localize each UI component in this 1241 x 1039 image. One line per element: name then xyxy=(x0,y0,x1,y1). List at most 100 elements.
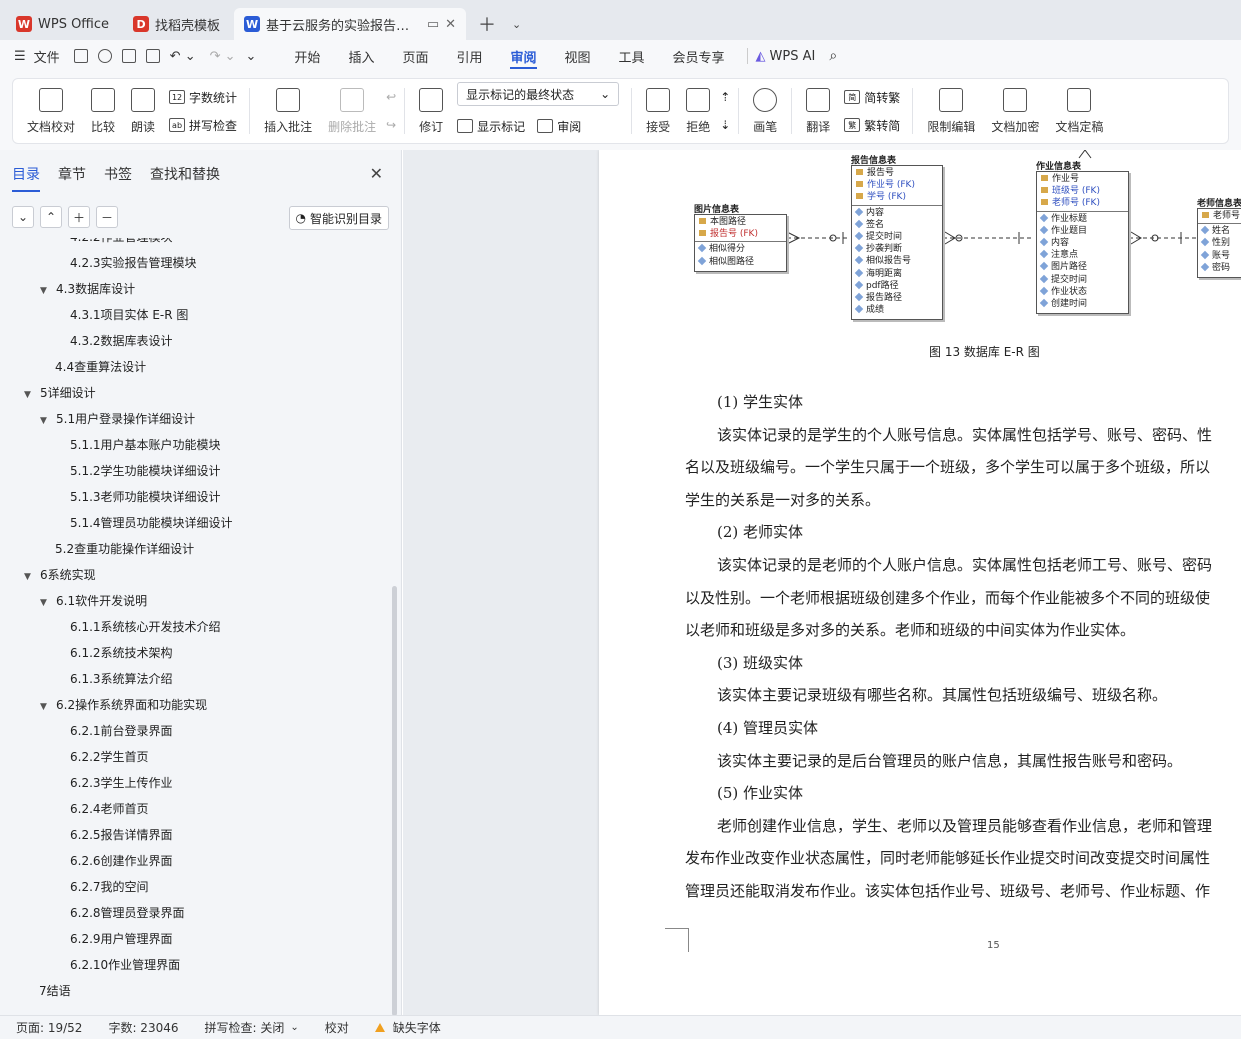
toc-item[interactable]: ▼ 4.3数据库设计 xyxy=(40,276,135,302)
document-line[interactable]: (1) 学生实体 xyxy=(685,386,1241,419)
toc-item[interactable]: ▼ 5.1用户登录操作详细设计 xyxy=(40,406,195,432)
undo-icon[interactable]: ↶ ⌄ xyxy=(170,49,196,64)
nav-tab-sections[interactable]: 章节 xyxy=(58,164,86,192)
document-line[interactable]: 以及性别。一个老师根据班级创建多个作业，而每个作业能被多个不同的班级使 xyxy=(685,582,1241,615)
document-line[interactable]: 该实体主要记录的是后台管理员的账户信息，其属性报告账号和密码。 xyxy=(685,745,1241,778)
save-icon[interactable] xyxy=(73,49,88,63)
chevron-down-icon[interactable]: ⌄ xyxy=(504,8,529,40)
tab-home[interactable]: 开始 xyxy=(294,40,320,72)
document-line[interactable]: 老师创建作业信息，学生、老师以及管理员能够查看作业信息，老师和管理 xyxy=(685,810,1241,843)
status-spell[interactable]: 拼写检查: 关闭 ⌄ xyxy=(205,1019,299,1036)
toc-item[interactable]: ▼ 6.1软件开发说明 xyxy=(40,588,147,614)
toc-item[interactable]: 5.2查重功能操作详细设计 xyxy=(55,536,194,562)
caret-down-icon[interactable]: ▼ xyxy=(40,278,52,304)
caret-down-icon[interactable]: ▼ xyxy=(40,694,52,720)
tab-insert[interactable]: 插入 xyxy=(348,40,374,72)
link-icon[interactable] xyxy=(97,49,112,63)
toc-item[interactable]: 6.1.3系统算法介绍 xyxy=(70,666,173,692)
tab-view[interactable]: 视图 xyxy=(565,40,591,72)
track-changes-button[interactable]: 修订 xyxy=(419,87,443,135)
document-body[interactable]: (1) 学生实体 该实体记录的是学生的个人账号信息。实体属性包括学号、账号、密码、… xyxy=(685,386,1241,908)
close-icon[interactable]: ✕ xyxy=(370,164,383,183)
document-line[interactable]: 管理员还能取消发布作业。该实体包括作业号、班级号、老师号、作业标题、作 xyxy=(685,875,1241,908)
delete-comment-button[interactable]: 删除批注 xyxy=(328,87,376,135)
nav-tab-toc[interactable]: 目录 xyxy=(12,164,40,192)
next-change-icon[interactable]: ⇣ xyxy=(720,113,730,137)
nav-tab-bookmarks[interactable]: 书签 xyxy=(104,164,132,192)
tab-current-document[interactable]: W 基于云服务的实验报告查重系 ▭ ✕ xyxy=(234,8,467,40)
document-line[interactable]: 该实体记录的是老师的个人账户信息。实体属性包括老师工号、账号、密码 xyxy=(685,549,1241,582)
wps-ai-button[interactable]: ◭ WPS AI xyxy=(756,49,816,64)
toc-item[interactable]: 6.2.2学生首页 xyxy=(70,744,149,770)
toc-item[interactable]: ▼ 5详细设计 xyxy=(24,380,96,406)
toc-item[interactable]: 6.2.1前台登录界面 xyxy=(70,718,173,744)
show-markup-button[interactable]: 显示标记 xyxy=(457,114,525,138)
new-tab-button[interactable]: ＋ xyxy=(470,8,504,40)
toc-item[interactable]: ▼ 6系统实现 xyxy=(24,562,96,588)
monitor-icon[interactable]: ▭ xyxy=(427,17,439,32)
tab-tools[interactable]: 工具 xyxy=(619,40,645,72)
toc-item[interactable]: 6.2.8管理员登录界面 xyxy=(70,900,185,926)
tab-docer-templates[interactable]: D 找稻壳模板 xyxy=(123,8,231,40)
review-pane-button[interactable]: 审阅 xyxy=(537,114,581,138)
word-count-button[interactable]: 12 字数统计 xyxy=(169,85,237,109)
print-preview-icon[interactable] xyxy=(145,49,160,63)
file-menu[interactable]: ☰ 文件 xyxy=(14,47,60,66)
toc-item[interactable]: 4.3.2数据库表设计 xyxy=(70,328,173,354)
document-line[interactable]: 该实体主要记录班级有哪些名称。其属性包括班级编号、班级名称。 xyxy=(685,679,1241,712)
toc-item[interactable]: 6.2.3学生上传作业 xyxy=(70,770,173,796)
document-line[interactable]: (3) 班级实体 xyxy=(685,647,1241,680)
status-proof[interactable]: 校对 xyxy=(325,1019,349,1036)
markup-state-select[interactable]: 显示标记的最终状态 ⌄ xyxy=(457,82,620,106)
pen-button[interactable]: 画笔 xyxy=(753,87,777,135)
toc-item[interactable]: 6.2.9用户管理界面 xyxy=(70,926,173,952)
status-missing-font[interactable]: 缺失字体 xyxy=(374,1019,441,1036)
tab-member[interactable]: 会员专享 xyxy=(673,40,725,72)
toc-item[interactable]: 7结语 xyxy=(39,978,71,1004)
toc-item[interactable]: 4.3.1项目实体 E-R 图 xyxy=(70,302,188,328)
caret-down-icon[interactable]: ▼ xyxy=(40,590,52,616)
document-line[interactable]: (4) 管理员实体 xyxy=(685,712,1241,745)
toc-item[interactable]: 5.1.1用户基本账户功能模块 xyxy=(70,432,221,458)
prev-comment-icon[interactable]: ↩ xyxy=(386,85,396,109)
prev-change-icon[interactable]: ⇡ xyxy=(720,85,730,109)
toc-item[interactable]: 6.2.5报告详情界面 xyxy=(70,822,173,848)
toc-item[interactable]: 4.2.2作业管理模块 xyxy=(70,238,173,250)
read-aloud-button[interactable]: 朗读 xyxy=(131,87,155,135)
print-icon[interactable] xyxy=(121,49,136,63)
restrict-edit-button[interactable]: 限制编辑 xyxy=(927,87,975,135)
toc-item[interactable]: ▼ 6.2操作系统界面和功能实现 xyxy=(40,692,207,718)
smart-toc-button[interactable]: ◔ 智能识别目录 xyxy=(288,206,389,230)
caret-down-icon[interactable]: ▼ xyxy=(24,382,36,408)
toc-item[interactable]: 6.1.1系统核心开发技术介绍 xyxy=(70,614,221,640)
toc-item[interactable]: 6.2.4老师首页 xyxy=(70,796,149,822)
expand-icon[interactable]: ⌄ xyxy=(12,206,34,228)
status-page[interactable]: 页面: 19/52 xyxy=(16,1019,82,1036)
toc-item[interactable]: 6.2.10作业管理界面 xyxy=(70,952,180,978)
toc-item[interactable]: 4.4查重算法设计 xyxy=(55,354,146,380)
tab-review[interactable]: 审阅 xyxy=(510,40,537,72)
collapse-icon[interactable]: ⌃ xyxy=(40,206,62,228)
status-words[interactable]: 字数: 23046 xyxy=(108,1019,178,1036)
document-line[interactable]: 名以及班级编号。一个学生只属于一个班级，多个学生可以属于多个班级，所以 xyxy=(685,451,1241,484)
toc-item[interactable]: 6.2.6创建作业界面 xyxy=(70,848,173,874)
toc-item[interactable]: 5.1.3老师功能模块详细设计 xyxy=(70,484,221,510)
insert-comment-button[interactable]: 插入批注 xyxy=(264,87,312,135)
caret-down-icon[interactable]: ▼ xyxy=(24,564,36,590)
close-icon[interactable]: ✕ xyxy=(445,17,456,32)
toc-scrollbar[interactable] xyxy=(392,586,397,1016)
tab-reference[interactable]: 引用 xyxy=(456,40,482,72)
toc-item[interactable]: 4.2.3实验报告管理模块 xyxy=(70,250,197,276)
toc-item[interactable]: 5.1.4管理员功能模块详细设计 xyxy=(70,510,233,536)
redo-icon[interactable]: ↷ ⌄ xyxy=(210,49,236,64)
tab-wps-office[interactable]: W WPS Office xyxy=(6,8,120,40)
search-icon[interactable]: ⌕ xyxy=(829,48,837,64)
reject-button[interactable]: 拒绝 xyxy=(686,87,710,135)
document-line[interactable]: 该实体记录的是学生的个人账号信息。实体属性包括学号、账号、密码、性 xyxy=(685,419,1241,452)
document-line[interactable]: (5) 作业实体 xyxy=(685,777,1241,810)
spell-check-button[interactable]: ab 拼写检查 xyxy=(169,113,237,137)
add-icon[interactable]: ＋ xyxy=(68,206,90,228)
caret-down-icon[interactable]: ▼ xyxy=(40,408,52,434)
translate-button[interactable]: 翻译 xyxy=(806,87,830,135)
toc-item[interactable]: 5.1.2学生功能模块详细设计 xyxy=(70,458,221,484)
